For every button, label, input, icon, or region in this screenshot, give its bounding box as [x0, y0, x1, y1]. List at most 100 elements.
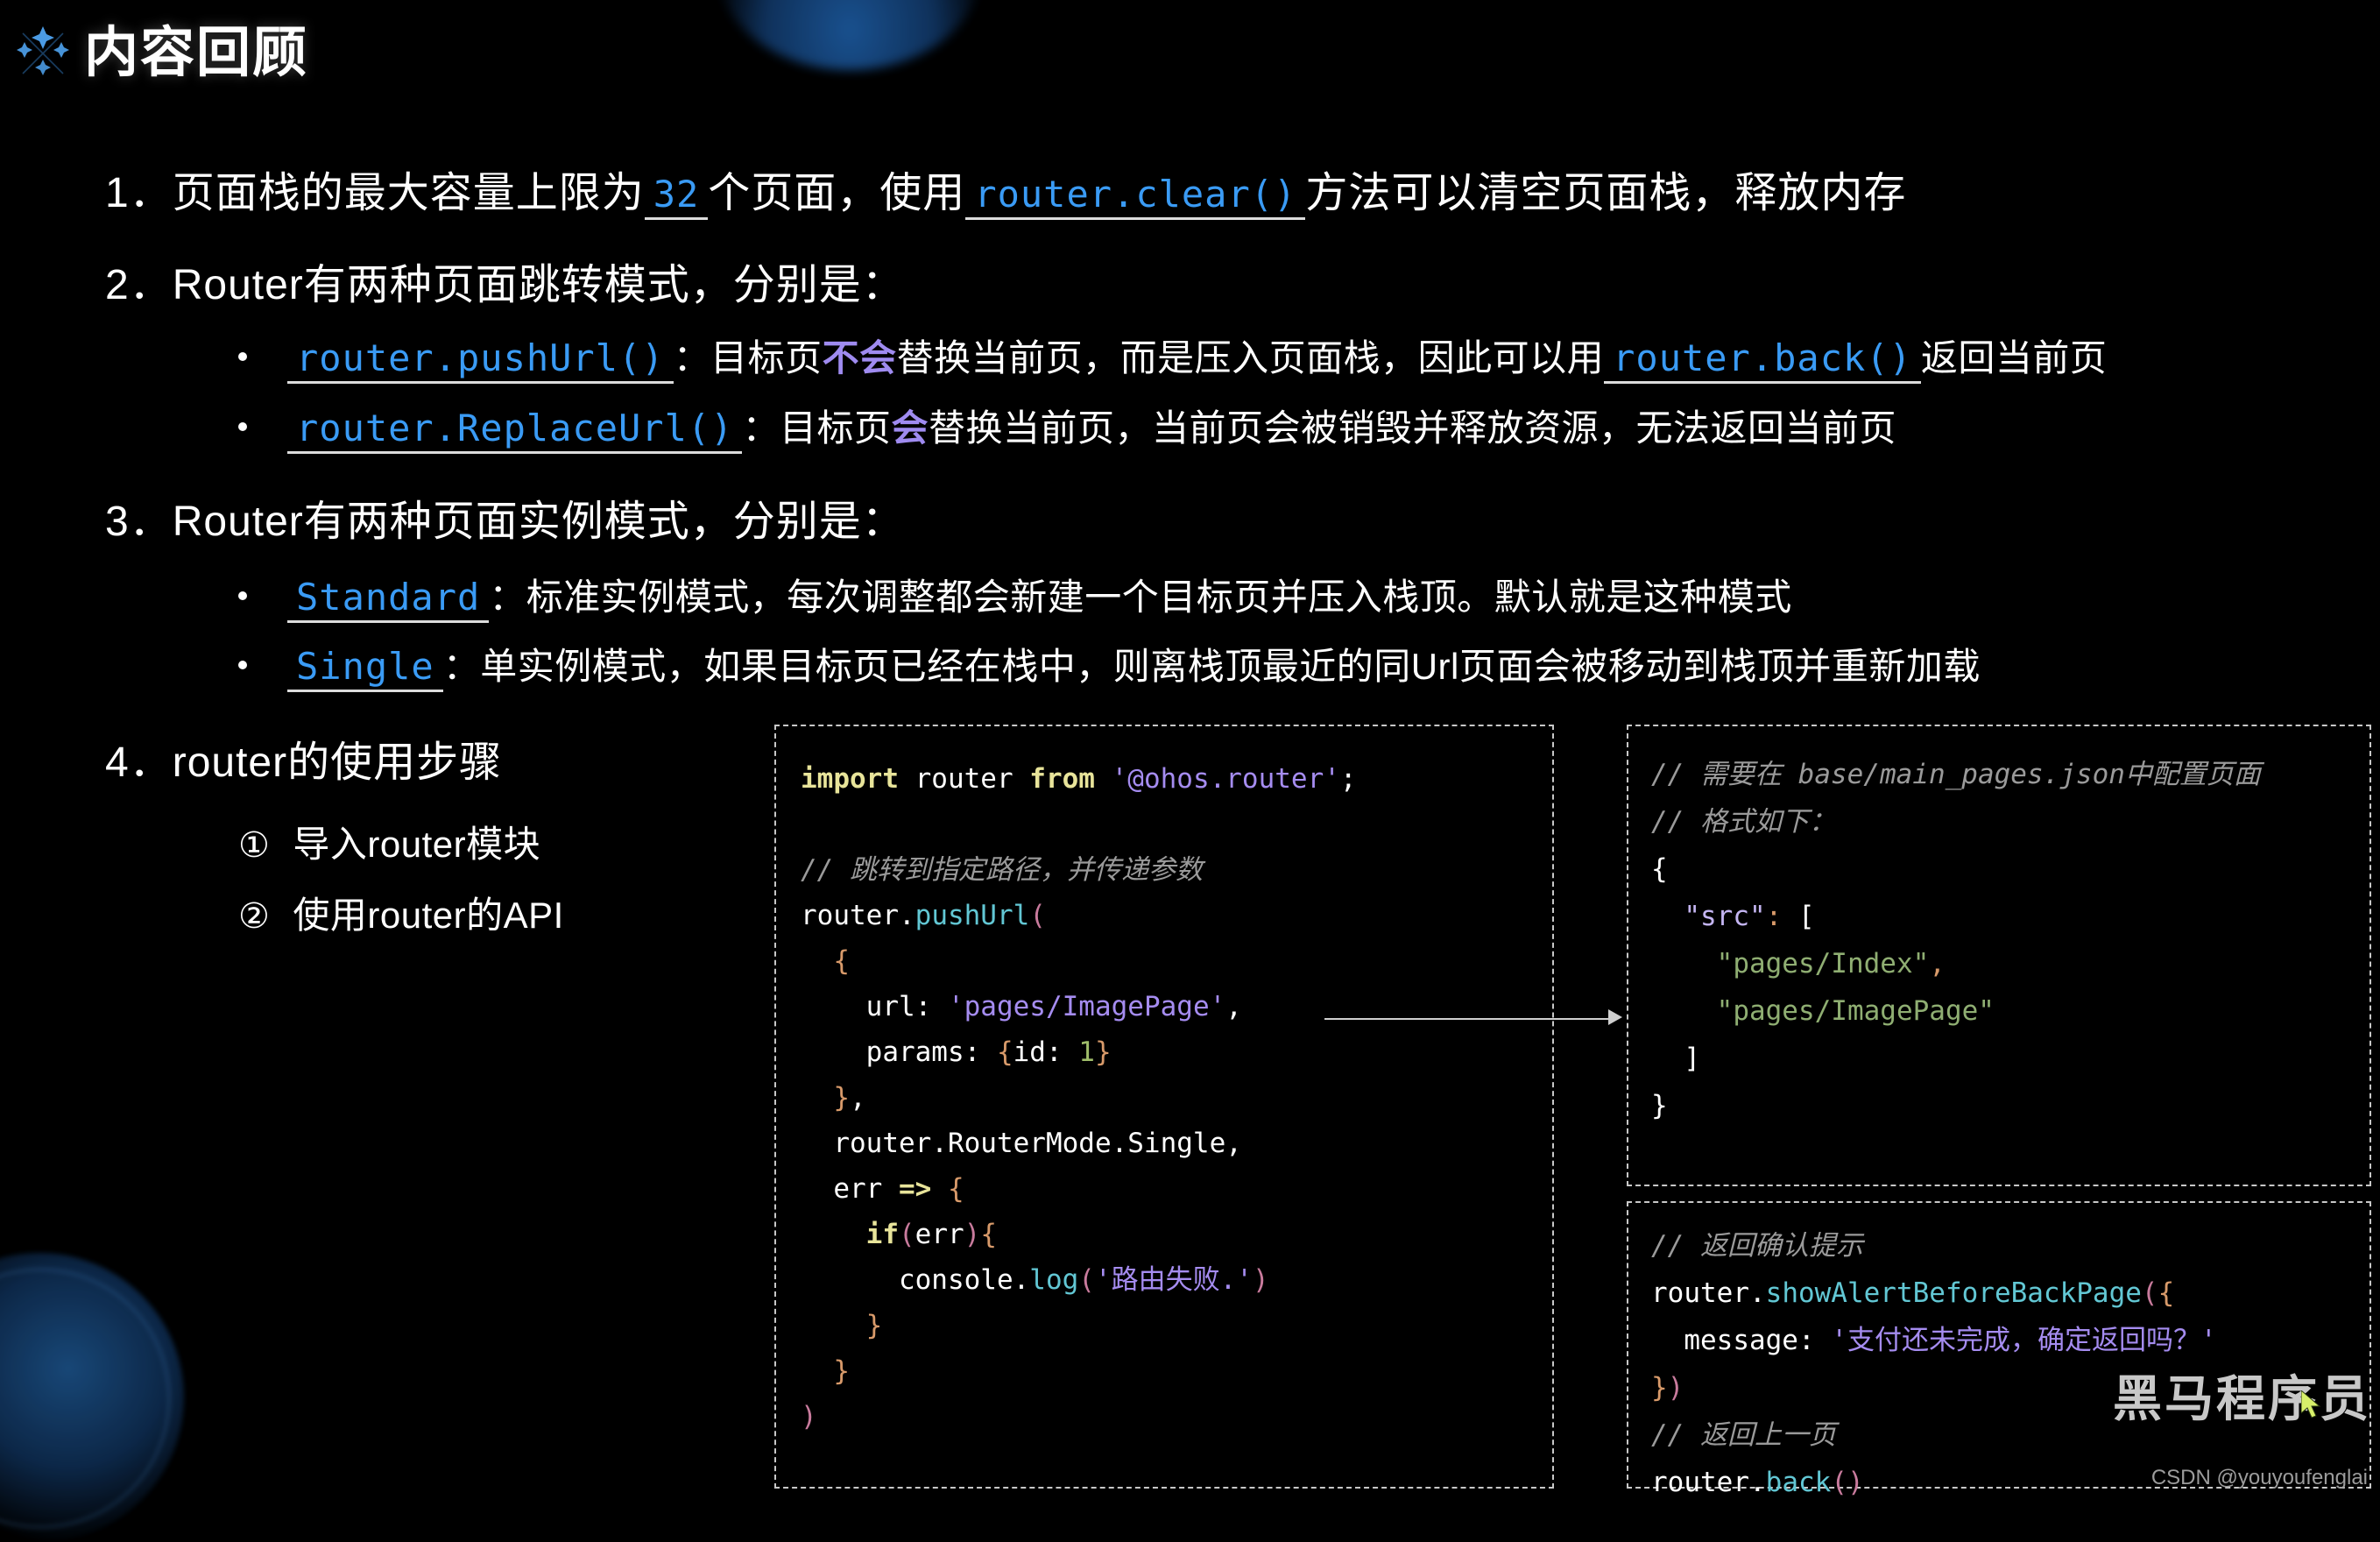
- code-line: {: [801, 938, 1528, 984]
- watermark-credit: CSDN @youyoufenglai: [2150, 1466, 2368, 1489]
- list-item-4: 4．router的使用步骤: [105, 727, 502, 789]
- code-token: from: [1029, 763, 1095, 795]
- list-item-3: 3．Router有两种页面实例模式，分别是：: [105, 486, 905, 548]
- code-line: // 格式如下：: [1651, 798, 2347, 845]
- bullet-pushurl-emphasis: 不会: [822, 337, 897, 378]
- bullet-standard-text: ：标准实例模式，每次调整都会新建一个目标页并压入栈顶。默认就是这种模式: [489, 576, 1792, 618]
- code-line: err => {: [801, 1166, 1528, 1212]
- item-1-code-capacity: 32: [644, 173, 709, 220]
- code-token: ): [801, 1401, 817, 1432]
- bullet-dot-icon: [238, 660, 247, 669]
- code-token: ): [964, 1219, 981, 1250]
- bullet-pushurl-code: router.pushUrl(): [287, 336, 674, 384]
- page-title: 内容回顾: [84, 23, 309, 83]
- bullet-pushurl-code2: router.back(): [1604, 336, 1921, 384]
- code-token: 1: [1078, 1036, 1095, 1068]
- code-token: [: [1782, 901, 1815, 932]
- code-line: "src": [: [1651, 893, 2347, 940]
- code-token: ,: [1929, 948, 1946, 980]
- code-token: ): [1847, 1467, 1864, 1498]
- item-1-post: 方法可以清空页面栈，释放内存: [1305, 170, 1907, 216]
- slide-header: 内容回顾: [0, 16, 308, 91]
- code-token: (: [898, 1219, 915, 1250]
- code-line: router.showAlertBeforeBackPage({: [1651, 1270, 2347, 1317]
- code-token: {: [1651, 853, 1668, 885]
- code-token: (: [1831, 1467, 1847, 1498]
- item-1-number: 1．: [105, 170, 173, 216]
- bullet-replaceurl-emphasis: 会: [891, 407, 929, 449]
- code-token: '@ohos.router': [1111, 763, 1340, 795]
- code-line: ]: [1651, 1035, 2347, 1082]
- code-token: back: [1765, 1467, 1832, 1498]
- code-token: showAlertBeforeBackPage: [1765, 1277, 2142, 1309]
- bullet-dot-icon: [238, 591, 247, 600]
- item-1-code-clear: router.clear(): [965, 173, 1306, 220]
- code-token: 'pages/ImagePage': [947, 991, 1226, 1022]
- code-token: '支付还未完成，确定返回吗？': [1831, 1325, 2217, 1356]
- step-1-text: 导入router模块: [293, 824, 541, 865]
- code-block-router-pushurl: import router from '@ohos.router'; // 跳转…: [774, 725, 1554, 1489]
- step-2-marker: ②: [238, 897, 271, 936]
- connector-arrow-head: [1608, 1009, 1622, 1025]
- code-token: {: [2158, 1277, 2175, 1309]
- code-line: router.RouterMode.Single,: [801, 1121, 1528, 1166]
- code-token: }: [801, 1355, 850, 1387]
- background-glow-bottom: [0, 1253, 184, 1542]
- code-token: {: [996, 1036, 1013, 1068]
- watermark-brand: 黑马程序员: [2113, 1371, 2371, 1426]
- code-token: ;: [1339, 763, 1357, 795]
- code-token: =>: [898, 1173, 932, 1205]
- code-token: ): [1252, 1264, 1269, 1296]
- code-token: err: [801, 1173, 899, 1205]
- code-token: {: [801, 945, 850, 977]
- code-token: message:: [1651, 1325, 1832, 1356]
- code-token: router.: [1651, 1467, 1766, 1498]
- bullet-pushurl-seg3: 返回当前页: [1920, 337, 2108, 378]
- item-3-text: Router有两种页面实例模式，分别是：: [172, 499, 905, 545]
- code-token: import: [801, 763, 899, 795]
- step-2: ② 使用router的API: [238, 886, 564, 939]
- code-token: }: [801, 1082, 850, 1114]
- code-token: {: [980, 1219, 997, 1250]
- step-2-text: 使用router的API: [293, 895, 564, 936]
- code-line: }: [801, 1348, 1528, 1394]
- connector-arrow-line: [1324, 1018, 1615, 1020]
- item-3-number: 3．: [105, 499, 173, 545]
- code-line: },: [801, 1075, 1528, 1121]
- list-item-2: 2．Router有两种页面跳转模式，分别是：: [105, 250, 905, 311]
- code-token: console.: [801, 1264, 1030, 1296]
- item-2-number: 2．: [105, 262, 173, 308]
- code-line: // 返回确认提示: [1651, 1222, 2347, 1270]
- code-token: ): [1667, 1372, 1684, 1404]
- item-1-pre: 页面栈的最大容量上限为: [172, 170, 645, 216]
- code-token: // 需要在 base/main_pages.json中配置页面: [1651, 759, 2261, 790]
- bullet-standard-code: Standard: [287, 576, 490, 623]
- code-token: router.: [1651, 1277, 1766, 1309]
- code-token: // 格式如下：: [1651, 806, 1836, 838]
- background-glow-top: [718, 0, 981, 70]
- bullet-dot-icon: [238, 351, 247, 361]
- code-token: params:: [801, 1036, 997, 1068]
- code-line: import router from '@ohos.router';: [801, 756, 1528, 802]
- code-token: log: [1029, 1264, 1079, 1296]
- code-token: "src": [1684, 901, 1766, 932]
- code-line: "pages/ImagePage": [1651, 987, 2347, 1035]
- step-1: ① 导入router模块: [238, 815, 540, 868]
- code-token: id:: [1013, 1036, 1079, 1068]
- code-token: (: [1078, 1264, 1095, 1296]
- code-token: router: [898, 763, 1030, 795]
- code-line: // 需要在 base/main_pages.json中配置页面: [1651, 751, 2347, 798]
- code-token: '路由失败.': [1094, 1264, 1253, 1296]
- step-1-marker: ①: [238, 826, 271, 865]
- bullet-replaceurl-seg2: 替换当前页，当前页会被销毁并释放资源，无法返回当前页: [928, 407, 1896, 449]
- code-token: {: [947, 1173, 964, 1205]
- item-1-mid: 个页面，使用: [708, 170, 966, 216]
- bullet-pushurl-seg2: 替换当前页，而是压入页面栈，因此可以用: [896, 337, 1605, 378]
- item-4-number: 4．: [105, 739, 173, 786]
- code-token: // 返回确认提示: [1651, 1230, 1863, 1262]
